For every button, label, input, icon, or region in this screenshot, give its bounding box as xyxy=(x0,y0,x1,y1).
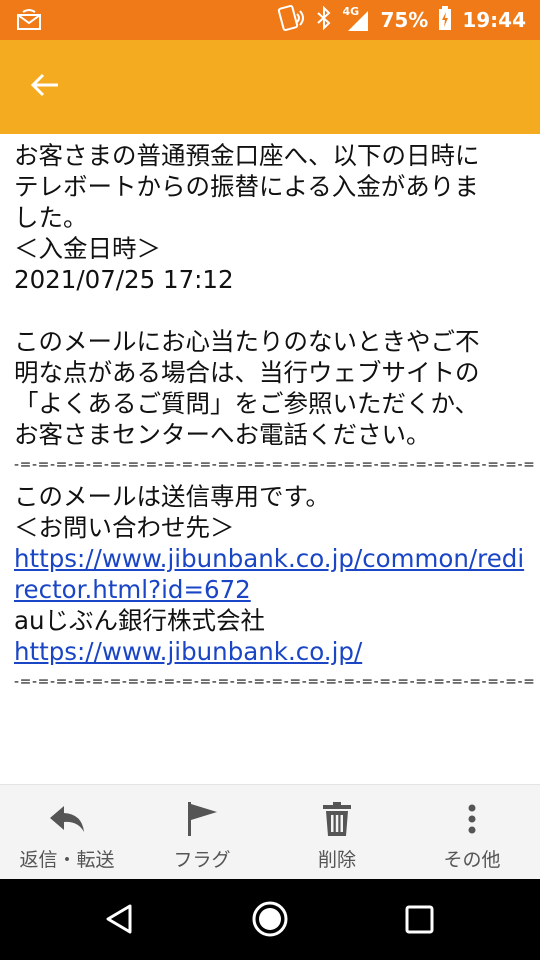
more-label: その他 xyxy=(443,849,501,871)
delete-label: 削除 xyxy=(317,849,356,871)
bottom-toolbar: 返信・転送 フラグ 削除 その他 xyxy=(0,784,540,879)
delete-button[interactable]: 削除 xyxy=(272,785,402,879)
message-line: ＜お問い合わせ先＞ xyxy=(14,513,235,542)
reply-forward-button[interactable]: 返信・転送 xyxy=(2,785,132,879)
nav-back-icon xyxy=(104,904,134,939)
message-line: テレボートからの振替による入金がありま xyxy=(14,172,479,201)
nav-back-button[interactable] xyxy=(104,903,134,939)
message-line: ＜入金日時＞ xyxy=(14,234,161,263)
clock: 19:44 xyxy=(462,8,526,32)
company-name: auじぶん銀行株式会社 xyxy=(14,606,266,635)
app-bar xyxy=(0,40,540,134)
message-line: お客さまセンターへお電話ください。 xyxy=(14,420,431,449)
contact-link[interactable]: https://www.jibunbank.co.jp/common/redi … xyxy=(14,543,529,605)
signal-icon: 4G xyxy=(342,5,370,33)
nav-home-icon xyxy=(250,901,290,943)
message-line: した。 xyxy=(14,203,88,232)
nav-recents-icon xyxy=(405,905,435,939)
nav-home-button[interactable] xyxy=(250,899,290,943)
back-button[interactable] xyxy=(20,66,70,108)
message-line: このメールにお心当たりのないときやご不 xyxy=(14,327,480,356)
arrow-back-icon xyxy=(30,72,60,102)
message-line: 「よくあるご質問」をご参照いただくか、 xyxy=(14,389,480,418)
flag-label: フラグ xyxy=(173,849,231,871)
more-vert-icon xyxy=(467,801,477,837)
battery-percent: 75% xyxy=(380,8,429,32)
contact-link-part2[interactable]: rector.html?id=672 xyxy=(14,575,251,604)
battery-charging-icon xyxy=(438,5,452,35)
reply-forward-label: 返信・転送 xyxy=(19,849,115,871)
reply-icon xyxy=(48,801,86,837)
homepage-link[interactable]: https://www.jibunbank.co.jp/ xyxy=(14,637,362,666)
system-nav-bar xyxy=(0,879,540,960)
status-indicators: 4G 75% 19:44 xyxy=(276,0,526,40)
separator-line: -=-=-=-=-=-=-=-=-=-=-=-=-=-=-=-=-=-=-=-=… xyxy=(14,457,536,473)
message-line: このメールは送信専用です。 xyxy=(14,482,331,511)
separator-line: -=-=-=-=-=-=-=-=-=-=-=-=-=-=-=-=-=-=-=-=… xyxy=(14,674,536,690)
nfc-icon xyxy=(276,4,306,36)
deposit-datetime: 2021/07/25 17:12 xyxy=(14,265,234,294)
message-line: 明な点がある場合は、当行ウェブサイトの xyxy=(14,358,480,387)
notification-icon xyxy=(16,9,42,35)
trash-icon xyxy=(323,801,351,837)
bluetooth-icon xyxy=(316,5,332,35)
nav-recents-button[interactable] xyxy=(405,905,435,939)
message-line: お客さまの普通預金口座へ、以下の日時に xyxy=(14,141,480,170)
contact-link-part1[interactable]: https://www.jibunbank.co.jp/common/redi xyxy=(14,544,524,573)
flag-icon xyxy=(185,801,219,837)
more-button[interactable]: その他 xyxy=(407,785,537,879)
status-bar: 4G 75% 19:44 xyxy=(0,0,540,40)
message-body: お客さまの普通預金口座へ、以下の日時に テレボートからの振替による入金がありま … xyxy=(14,140,536,698)
flag-button[interactable]: フラグ xyxy=(137,785,267,879)
